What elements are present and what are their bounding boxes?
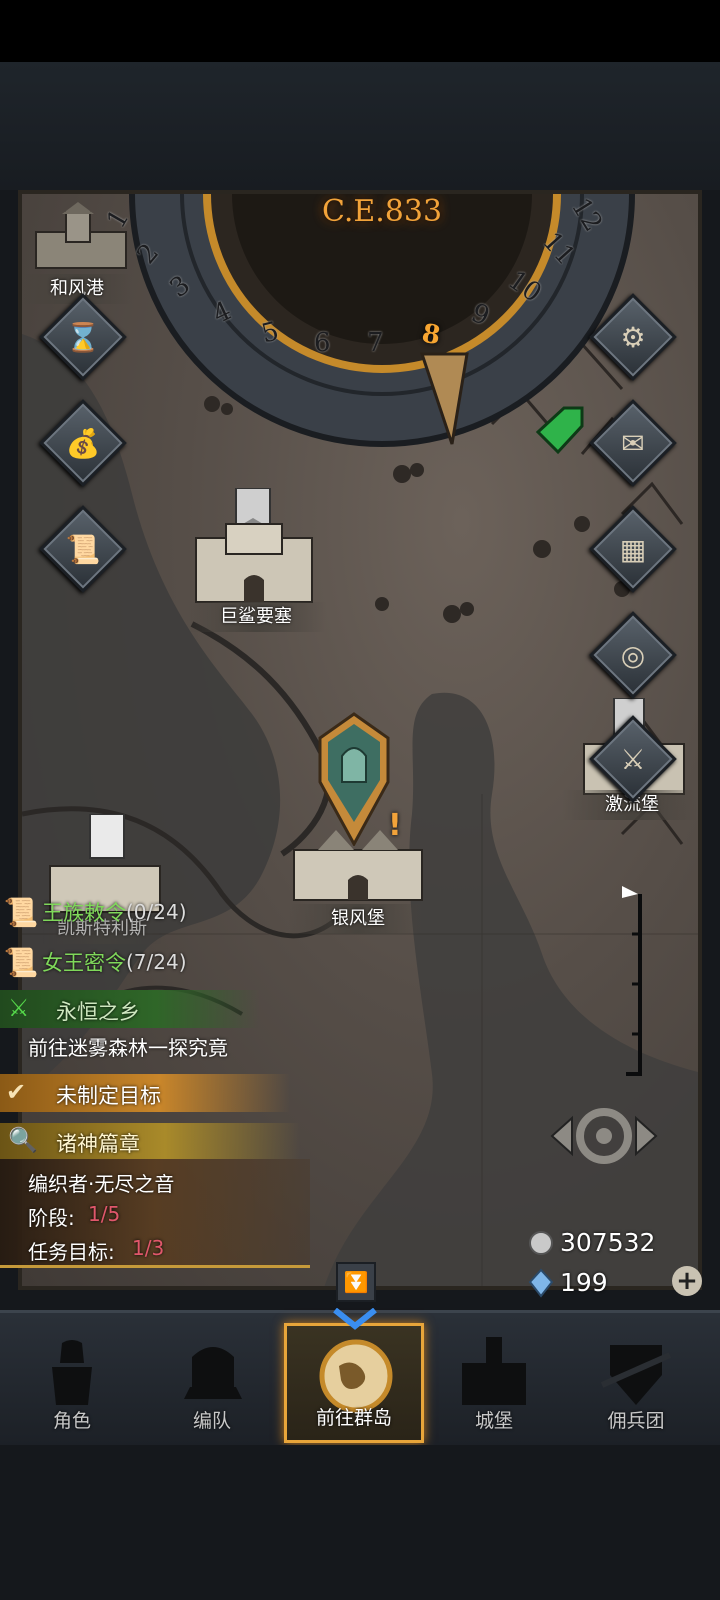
town-label-jusha[interactable]: 巨鲨要塞 (186, 602, 326, 632)
header-band (0, 62, 720, 190)
grid-window-icon: ▦ (619, 532, 647, 566)
silver-amount: 307532 (560, 1228, 656, 1257)
helmet-icon (184, 1347, 242, 1399)
goal-label: 未制定目标 (56, 1084, 161, 1108)
nav-label-character: 角色 (52, 1410, 91, 1432)
main-quest-description[interactable]: 前往迷雾森林一探究竟 (28, 1032, 228, 1061)
chevron-down-icon: ⏬ (343, 1270, 369, 1294)
recenter-button[interactable] (548, 1100, 660, 1172)
status-bar-area (0, 0, 720, 62)
main-quest-title: 永恒之乡 (56, 1000, 140, 1024)
gear-icon: ⚙ (620, 320, 646, 354)
coin-icon: ◎ (620, 638, 646, 672)
nav-tab-archipelago[interactable]: 前往群岛 (284, 1308, 424, 1443)
bottom-band (0, 1445, 720, 1600)
nav-label-archipelago: 前往群岛 (315, 1407, 392, 1429)
nav-tab-castle[interactable]: 城堡 (424, 1323, 564, 1443)
calendar-month-7: 7 (367, 328, 384, 358)
bottom-navigation: 角色 编队 前往群岛 城堡 佣兵团 (0, 1308, 720, 1448)
envelope-icon: ✉ (621, 426, 645, 460)
chapter-subtitle: 编织者·无尽之音 (28, 1172, 175, 1196)
royal-decree-label: 王族敕令 (42, 901, 126, 925)
fortress-castle-icon[interactable] (186, 488, 322, 608)
harbor-castle-icon[interactable] (26, 202, 136, 272)
objective-label: 任务目标: (28, 1240, 115, 1264)
royal-decree-count: (0/24) (126, 900, 187, 924)
queen-decree-count: (7/24) (126, 950, 187, 974)
royal-decree-row[interactable]: 📜 王族敕令 (0/24) (0, 892, 187, 932)
queen-decree-label: 女王密令 (42, 951, 126, 975)
knight-icon (52, 1340, 92, 1405)
player-location-marker[interactable] (314, 712, 394, 846)
checkmark-badge-icon: ✔ (6, 1078, 27, 1106)
green-arrow-icon[interactable] (534, 404, 586, 460)
town-label-yinfeng[interactable]: 银风堡 (288, 904, 428, 934)
scroll-icon: 📜 (65, 532, 101, 566)
chevron-down-active-icon (333, 1308, 377, 1330)
calendar-month-6: 6 (314, 328, 331, 358)
crystal-amount: 199 (560, 1268, 608, 1297)
zoom-slider[interactable] (618, 884, 648, 1084)
stage-label: 阶段: (28, 1206, 75, 1230)
chapter-bar[interactable] (0, 1123, 300, 1159)
plus-icon: + (676, 1266, 698, 1296)
crystal-icon (528, 1268, 554, 1298)
nav-label-mercenary: 佣兵团 (607, 1410, 665, 1432)
nav-label-formation: 编队 (192, 1410, 231, 1432)
chapter-title: 诸神篇章 (56, 1132, 140, 1156)
add-crystal-button[interactable]: + (672, 1266, 702, 1296)
mercenary-icon (600, 1345, 672, 1405)
nav-label-castle: 城堡 (474, 1410, 513, 1432)
queen-decree-row[interactable]: 📜 女王密令 (7/24) (0, 942, 187, 982)
scroll-secret-icon: 📜 (3, 945, 39, 979)
nav-tab-mercenary[interactable]: 佣兵团 (566, 1323, 706, 1443)
money-bag-icon: 💰 (65, 426, 101, 460)
castle-icon (462, 1337, 526, 1405)
magnifier-icon: 🔍 (8, 1126, 38, 1154)
collapse-panel-button[interactable]: ⏬ (336, 1262, 376, 1302)
objective-value: 1/3 (132, 1236, 165, 1260)
scroll-decree-icon: 📜 (3, 895, 39, 929)
silver-coin-icon (529, 1231, 553, 1255)
helmet-sword-icon: ⚔ (620, 742, 646, 776)
alert-exclamation-icon: ! (388, 808, 402, 843)
calendar-year: C.E.833 (321, 194, 443, 229)
nav-tab-formation[interactable]: 编队 (142, 1323, 282, 1443)
nav-tab-character[interactable]: 角色 (2, 1323, 142, 1443)
stage-value: 1/5 (88, 1202, 121, 1226)
crossed-swords-icon: ⚔ (8, 994, 30, 1022)
hourglass-icon: ⌛ (65, 320, 101, 354)
